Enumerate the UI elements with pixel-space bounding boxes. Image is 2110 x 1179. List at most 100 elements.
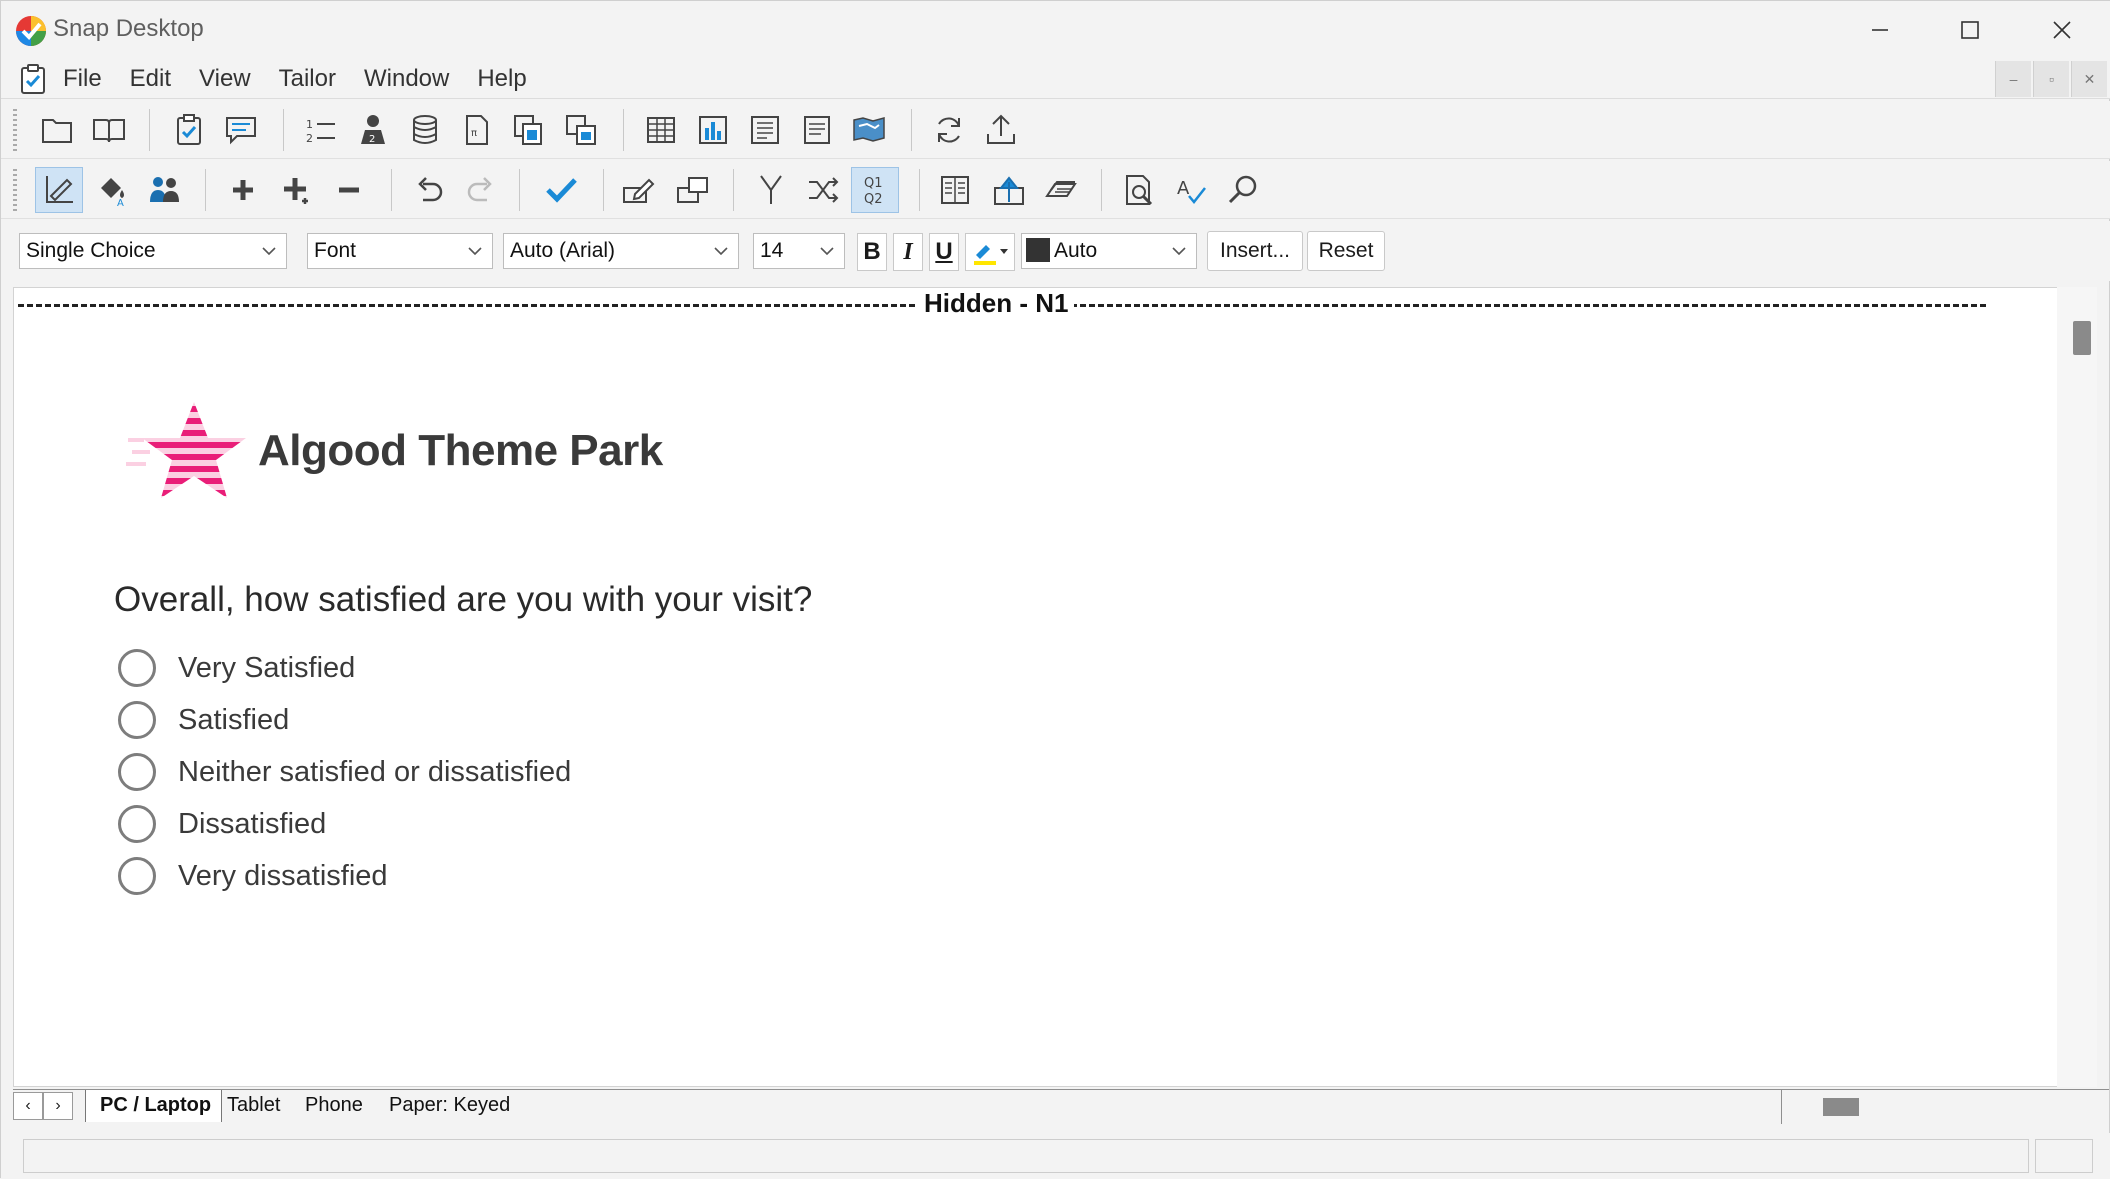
radio-button[interactable] (118, 649, 156, 687)
tab-pc-laptop[interactable]: PC / Laptop (85, 1090, 223, 1122)
question-type-select[interactable]: Single Choice (19, 233, 287, 269)
refresh-button[interactable] (925, 107, 973, 153)
respondent-button[interactable]: 2 (349, 107, 397, 153)
copy-button[interactable] (505, 107, 553, 153)
answer-option[interactable]: Neither satisfied or dissatisfied (118, 746, 571, 798)
mdi-restore-button[interactable]: ▫ (2033, 61, 2069, 97)
add-button[interactable] (219, 167, 267, 213)
check-icon (546, 178, 577, 203)
answer-option[interactable]: Satisfied (118, 694, 571, 746)
mdi-minimize-button[interactable]: – (1995, 61, 2031, 97)
reset-button[interactable]: Reset (1307, 231, 1385, 271)
radio-button[interactable] (118, 857, 156, 895)
status-bar (1, 1133, 2110, 1179)
q1q2-button[interactable]: Q1 Q2 (851, 167, 899, 213)
remove-button[interactable] (325, 167, 373, 213)
menu-edit[interactable]: Edit (130, 65, 185, 93)
undo-button[interactable] (405, 167, 453, 213)
separator (919, 169, 920, 211)
arrow-up-button[interactable] (985, 167, 1033, 213)
upload-button[interactable] (977, 107, 1025, 153)
italic-button[interactable]: I (893, 233, 923, 271)
horizontal-scroll-thumb[interactable] (1823, 1098, 1859, 1116)
chevron-down-icon (468, 247, 482, 256)
radio-button[interactable] (118, 753, 156, 791)
document-button[interactable]: π (453, 107, 501, 153)
spell-check-button[interactable]: A (1167, 167, 1215, 213)
comment-button[interactable] (217, 107, 265, 153)
tab-tablet[interactable]: Tablet (213, 1090, 290, 1122)
separator (623, 109, 624, 151)
questionnaire-icon (177, 114, 201, 145)
preview-button[interactable] (1115, 167, 1163, 213)
edit-link-button[interactable] (615, 167, 663, 213)
layers-button[interactable] (1037, 167, 1085, 213)
find-button[interactable] (1219, 167, 1267, 213)
underline-button[interactable]: U (929, 233, 959, 271)
toolbar-grip[interactable] (13, 109, 17, 153)
open-button[interactable] (85, 107, 133, 153)
table-button[interactable] (637, 107, 685, 153)
device-tabs: ‹ › PC / Laptop Tablet Phone Paper: Keye… (13, 1089, 2109, 1124)
maximize-button[interactable] (1925, 1, 2015, 59)
font-size-select[interactable]: 14 (753, 233, 845, 269)
new-button[interactable] (33, 107, 81, 153)
insert-button[interactable]: Insert... (1207, 231, 1303, 271)
font-color-select[interactable]: Auto (1021, 233, 1197, 269)
theme-park-star-logo (126, 402, 246, 498)
answer-option[interactable]: Dissatisfied (118, 798, 571, 850)
font-select[interactable]: Font (307, 233, 493, 269)
svg-text:π: π (471, 128, 477, 139)
menu-tailor[interactable]: Tailor (279, 65, 350, 93)
branch-button[interactable] (747, 167, 795, 213)
menu-view[interactable]: View (199, 65, 265, 93)
menu-window[interactable]: Window (364, 65, 463, 93)
tab-next-button[interactable]: › (43, 1092, 73, 1120)
window-button[interactable] (557, 107, 605, 153)
database-button[interactable] (401, 107, 449, 153)
svg-text:2: 2 (369, 134, 375, 145)
page-button[interactable] (931, 167, 979, 213)
design-canvas[interactable]: Hidden - N1 Algood Theme Park Overall, h… (13, 287, 2067, 1087)
option-label: Dissatisfied (178, 807, 327, 840)
answer-option[interactable]: Very dissatisfied (118, 850, 571, 902)
numbering-button[interactable]: 12 (297, 107, 345, 153)
check-button[interactable] (537, 167, 585, 213)
font-family-select[interactable]: Auto (Arial) (503, 233, 739, 269)
highlight-button[interactable] (965, 233, 1015, 271)
summary-button[interactable] (793, 107, 841, 153)
option-label: Very dissatisfied (178, 859, 388, 892)
close-button[interactable] (2017, 1, 2107, 59)
radio-button[interactable] (118, 701, 156, 739)
tab-paper-keyed[interactable]: Paper: Keyed (375, 1090, 520, 1122)
report-button[interactable] (741, 107, 789, 153)
answer-option[interactable]: Very Satisfied (118, 642, 571, 694)
fill-style-button[interactable]: A (89, 167, 137, 213)
questionnaire-button[interactable] (165, 107, 213, 153)
people-button[interactable] (141, 167, 189, 213)
chevron-down-icon (1172, 247, 1186, 256)
mdi-close-button[interactable]: ✕ (2071, 61, 2107, 97)
shuffle-button[interactable] (799, 167, 847, 213)
route-button[interactable] (669, 167, 717, 213)
question-text[interactable]: Overall, how satisfied are you with your… (114, 580, 812, 620)
vertical-scrollbar[interactable] (2057, 287, 2097, 1087)
separator (603, 169, 604, 211)
map-button[interactable] (845, 107, 893, 153)
tab-phone[interactable]: Phone (291, 1090, 373, 1122)
status-pane-secondary (2035, 1139, 2093, 1173)
radio-button[interactable] (118, 805, 156, 843)
chart-button[interactable] (689, 107, 737, 153)
design-toolbar: A Q1 Q2 A (1, 161, 2110, 219)
design-mode-button[interactable] (35, 167, 83, 213)
bold-button[interactable]: B (857, 233, 887, 271)
redo-button[interactable] (457, 167, 505, 213)
toolbar-grip[interactable] (13, 169, 17, 213)
tab-prev-button[interactable]: ‹ (13, 1092, 43, 1120)
menu-file[interactable]: File (63, 65, 116, 93)
copy-icon (514, 115, 542, 145)
vertical-scroll-thumb[interactable] (2073, 321, 2091, 355)
menu-help[interactable]: Help (477, 65, 540, 93)
add-many-button[interactable] (273, 167, 321, 213)
minimize-button[interactable] (1835, 1, 1925, 59)
